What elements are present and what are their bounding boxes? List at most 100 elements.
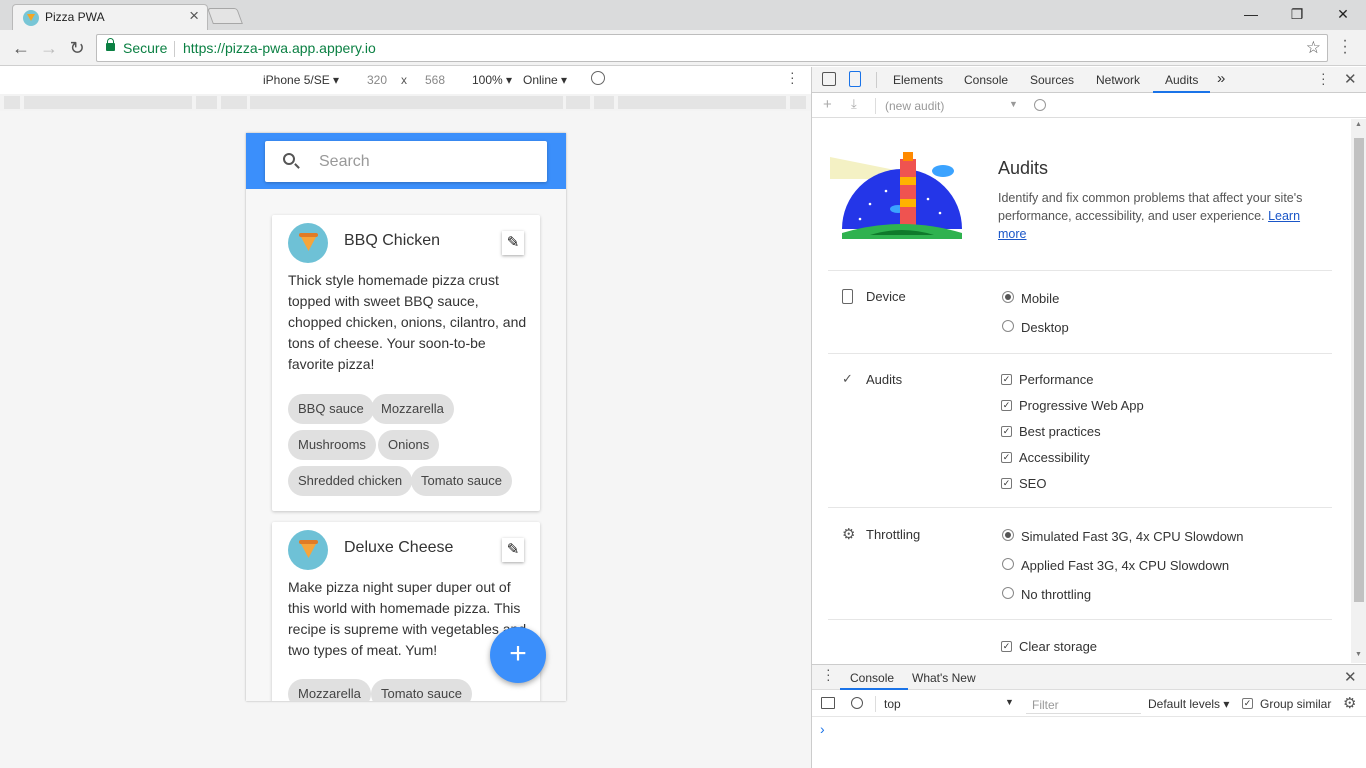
minimize-button[interactable]: —: [1228, 0, 1274, 30]
applied-throttling-option[interactable]: Applied Fast 3G, 4x CPU Slowdown: [1021, 558, 1229, 573]
performance-option[interactable]: Performance: [1019, 372, 1093, 387]
new-audit-icon[interactable]: +: [823, 96, 832, 113]
clear-storage-option[interactable]: Clear storage: [1019, 639, 1097, 654]
console-drawer: · · · Console What's New ✕ top ▼ Filter De…: [812, 662, 1366, 768]
pwa-option[interactable]: Progressive Web App: [1019, 398, 1144, 413]
tag-chip: Mozzarella: [371, 394, 454, 424]
tab-network[interactable]: Network: [1096, 73, 1140, 87]
reload-button[interactable]: ↻: [65, 36, 89, 60]
performance-checkbox[interactable]: ✓: [1001, 374, 1012, 385]
tag-chip: Tomato sauce: [371, 679, 472, 701]
group-similar-label[interactable]: Group similar: [1260, 697, 1331, 711]
group-similar-checkbox[interactable]: ✓: [1242, 698, 1253, 709]
search-bar[interactable]: [265, 141, 547, 182]
browser-toolbar: ← → ↻ Secure https://pizza-pwa.app.apper…: [0, 30, 1366, 66]
download-icon[interactable]: ⤓: [851, 96, 857, 112]
clear-storage-checkbox[interactable]: ✓: [1001, 641, 1012, 652]
clear-icon[interactable]: [1034, 99, 1046, 111]
simulated-throttling-option[interactable]: Simulated Fast 3G, 4x CPU Slowdown: [1021, 529, 1244, 544]
accessibility-option[interactable]: Accessibility: [1019, 450, 1090, 465]
tab-console[interactable]: Console: [964, 73, 1008, 87]
pizza-favicon-icon: [23, 10, 39, 26]
rotate-icon[interactable]: [591, 71, 605, 85]
tag-chip: Tomato sauce: [411, 466, 512, 496]
inspect-element-icon[interactable]: [822, 72, 836, 86]
viewport-width-input[interactable]: 320: [367, 73, 387, 87]
more-tabs-icon[interactable]: »: [1217, 70, 1225, 87]
close-devtools-icon[interactable]: ✕: [1344, 70, 1357, 88]
scrollbar-thumb[interactable]: [1354, 138, 1364, 602]
pizza-title: BBQ Chicken: [344, 232, 441, 249]
tab-audits[interactable]: Audits: [1165, 73, 1198, 87]
back-button[interactable]: ←: [9, 36, 33, 60]
scroll-down-icon[interactable]: ▼: [1355, 651, 1362, 658]
no-throttling-radio[interactable]: [1002, 587, 1014, 599]
edit-pencil-icon[interactable]: ✎: [502, 538, 524, 562]
devtools-menu-icon[interactable]: · · ·: [1321, 66, 1326, 90]
pizza-card[interactable]: BBQ Chicken ✎ Thick style homemade pizza…: [272, 215, 540, 511]
search-input[interactable]: [319, 151, 519, 173]
applied-throttling-radio[interactable]: [1002, 558, 1014, 570]
zoom-select[interactable]: 100% ▾: [472, 73, 512, 87]
divider: [174, 41, 175, 57]
lighthouse-logo-icon: [830, 152, 962, 239]
tab-sources[interactable]: Sources: [1030, 73, 1074, 87]
mobile-radio[interactable]: [1002, 291, 1014, 303]
device-select[interactable]: iPhone 5/SE ▾: [263, 73, 339, 87]
pwa-checkbox[interactable]: ✓: [1001, 400, 1012, 411]
device-menu-icon[interactable]: · · ·: [790, 65, 795, 89]
desktop-radio[interactable]: [1002, 320, 1014, 332]
browser-menu-icon[interactable]: · · ·: [1338, 33, 1352, 61]
close-window-button[interactable]: ✕: [1320, 0, 1366, 30]
add-pizza-button[interactable]: +: [490, 627, 546, 683]
levels-select[interactable]: Default levels ▾: [1148, 697, 1229, 711]
devtools-panel: Elements Console Sources Network Audits …: [811, 66, 1366, 768]
seo-checkbox[interactable]: ✓: [1001, 478, 1012, 489]
audits-scrollbar[interactable]: ▲ ▼: [1351, 119, 1366, 663]
pizza-avatar-icon: [288, 530, 328, 570]
console-settings-gear-icon[interactable]: ⚙: [1343, 694, 1356, 712]
best-practices-option[interactable]: Best practices: [1019, 424, 1101, 439]
tab-elements[interactable]: Elements: [893, 73, 943, 87]
network-select[interactable]: Online ▾: [523, 73, 567, 87]
close-drawer-icon[interactable]: ✕: [1344, 668, 1357, 686]
browser-tab[interactable]: Pizza PWA ×: [12, 4, 208, 30]
clear-console-icon[interactable]: [851, 697, 863, 709]
forward-button[interactable]: →: [37, 36, 61, 60]
audit-select[interactable]: (new audit): [885, 99, 944, 113]
seo-option[interactable]: SEO: [1019, 476, 1046, 491]
desktop-option[interactable]: Desktop: [1021, 320, 1069, 335]
tag-chip: Shredded chicken: [288, 466, 413, 496]
secure-label: Secure: [123, 40, 168, 56]
filter-input[interactable]: Filter: [1026, 694, 1141, 714]
drawer-menu-icon[interactable]: · · ·: [826, 662, 831, 686]
accessibility-checkbox[interactable]: ✓: [1001, 452, 1012, 463]
edit-pencil-icon[interactable]: ✎: [502, 231, 524, 255]
new-tab-button[interactable]: [207, 8, 243, 24]
best-practices-checkbox[interactable]: ✓: [1001, 426, 1012, 437]
tab-close-icon[interactable]: ×: [189, 7, 199, 25]
drawer-tab-console[interactable]: Console: [850, 671, 894, 685]
pizza-description: Thick style homemade pizza crust topped …: [288, 272, 527, 372]
audits-panel: Audits Identify and fix common problems …: [812, 119, 1352, 663]
viewport-height-input[interactable]: 568: [425, 73, 445, 87]
restore-button[interactable]: ❐: [1274, 0, 1320, 30]
media-query-bar[interactable]: [0, 94, 811, 111]
console-prompt[interactable]: ›: [820, 721, 825, 737]
context-select[interactable]: top: [884, 697, 901, 711]
sidebar-toggle-icon[interactable]: [821, 697, 835, 709]
no-throttling-option[interactable]: No throttling: [1021, 587, 1091, 602]
device-toggle-icon[interactable]: [849, 71, 861, 87]
tag-chip: Mushrooms: [288, 430, 376, 460]
simulated-throttling-radio[interactable]: [1002, 529, 1014, 541]
throttling-label: Throttling: [866, 527, 921, 542]
divider: [828, 353, 1332, 354]
mobile-option[interactable]: Mobile: [1021, 291, 1059, 306]
address-bar[interactable]: Secure https://pizza-pwa.app.appery.io ☆: [96, 34, 1328, 62]
url-text[interactable]: https://pizza-pwa.app.appery.io: [183, 40, 376, 56]
chevron-down-icon: ▼: [1005, 697, 1014, 707]
scroll-up-icon[interactable]: ▲: [1355, 121, 1362, 128]
bookmark-star-icon[interactable]: ☆: [1306, 38, 1321, 58]
gear-icon: ⚙: [842, 526, 856, 543]
drawer-tab-whats-new[interactable]: What's New: [912, 671, 976, 685]
